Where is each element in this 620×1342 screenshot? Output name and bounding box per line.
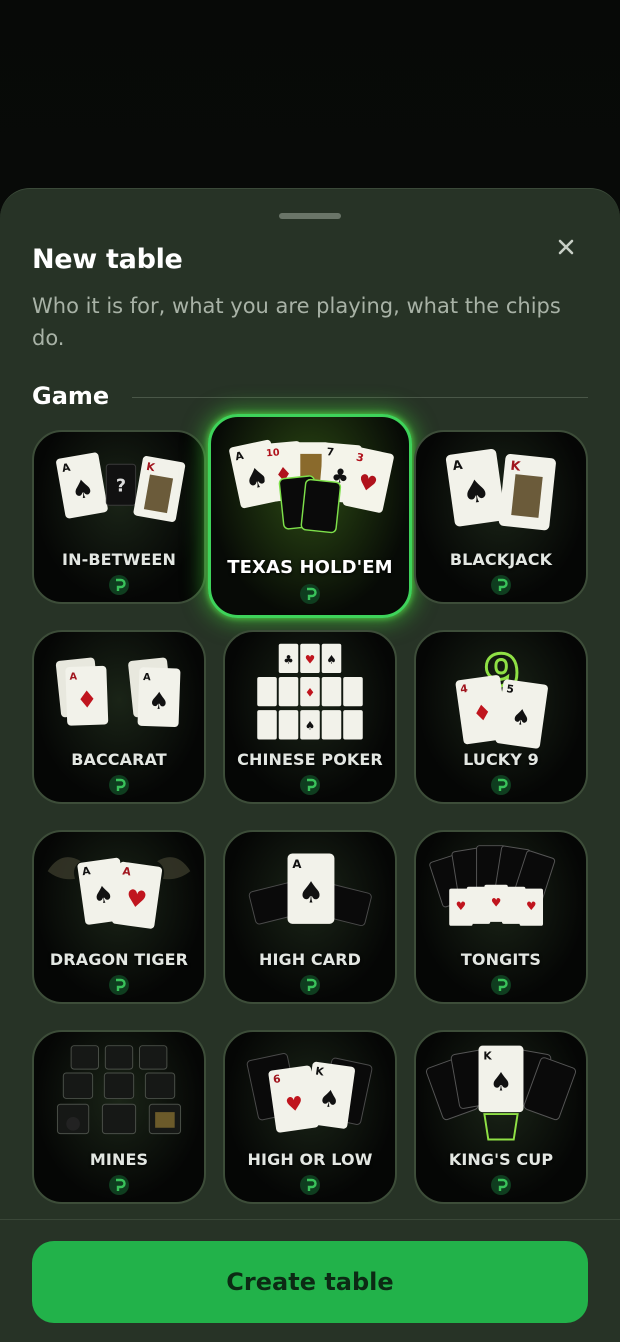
game-label: TEXAS HOLD'EM xyxy=(227,557,393,578)
game-label: HIGH CARD xyxy=(258,950,362,969)
svg-text:?: ? xyxy=(116,477,126,497)
svg-text:7: 7 xyxy=(326,445,335,459)
game-label: HIGH OR LOW xyxy=(247,1150,373,1169)
game-label: CHINESE POKER xyxy=(237,750,383,769)
platform-logo-icon xyxy=(300,1175,320,1195)
platform-logo-icon xyxy=(109,1175,129,1195)
svg-text:♦: ♦ xyxy=(471,700,494,727)
game-tile-high-card[interactable]: A ♠ HIGH CARD xyxy=(223,830,397,1004)
game-label: LUCKY 9 xyxy=(463,750,539,769)
svg-text:♥: ♥ xyxy=(124,884,149,915)
section-divider xyxy=(132,397,588,398)
svg-text:A: A xyxy=(292,857,302,871)
footer-divider xyxy=(0,1219,620,1220)
platform-logo-icon xyxy=(300,775,320,795)
svg-text:♠: ♠ xyxy=(460,473,493,513)
platform-logo-icon xyxy=(300,584,320,604)
platform-logo-icon xyxy=(491,975,511,995)
platform-logo-icon xyxy=(109,975,129,995)
game-label: IN-BETWEEN xyxy=(62,550,176,569)
game-tile-in-between[interactable]: A ♠ ? K IN-BETWEEN xyxy=(32,430,206,604)
new-table-sheet: New table Who it is for, what you are pl… xyxy=(0,188,620,1342)
drag-handle[interactable] xyxy=(279,213,341,219)
svg-text:♠: ♠ xyxy=(510,704,533,731)
svg-text:K: K xyxy=(483,1049,492,1062)
svg-text:♠: ♠ xyxy=(317,1084,342,1115)
svg-text:♦: ♦ xyxy=(305,685,316,699)
svg-text:♥: ♥ xyxy=(491,895,502,909)
game-label: TONGITS xyxy=(460,950,542,969)
game-tile-lucky-9[interactable]: 9 4 ♦ 5 ♠ LUCKY 9 xyxy=(414,630,588,804)
game-tile-chinese-poker[interactable]: ♣ ♥ ♠ ♦ ♠ CHINESE POKER xyxy=(223,630,397,804)
svg-text:♠: ♠ xyxy=(305,719,316,733)
svg-text:♥: ♥ xyxy=(456,899,467,913)
svg-text:♠: ♠ xyxy=(148,687,170,716)
svg-text:♠: ♠ xyxy=(326,652,337,666)
platform-logo-icon xyxy=(491,575,511,595)
platform-logo-icon xyxy=(109,575,129,595)
game-tile-baccarat[interactable]: A ♦ A ♠ BACCARAT xyxy=(32,630,206,804)
svg-text:10: 10 xyxy=(266,447,281,459)
section-label-game: Game xyxy=(32,382,110,410)
sheet-subtitle: Who it is for, what you are playing, wha… xyxy=(32,294,561,350)
svg-text:♥: ♥ xyxy=(284,1092,305,1117)
create-table-button[interactable]: Create table xyxy=(32,1241,588,1323)
game-tile-dragon-tiger[interactable]: A ♠ A ♥ DRAGON TIGER xyxy=(32,830,206,1004)
game-tile-high-or-low[interactable]: 6 ♥ K ♠ HIGH OR LOW xyxy=(223,1030,397,1204)
svg-text:♦: ♦ xyxy=(76,685,98,714)
sheet-title: New table xyxy=(32,244,183,275)
platform-logo-icon xyxy=(491,775,511,795)
svg-text:A: A xyxy=(69,671,77,682)
svg-text:♥: ♥ xyxy=(305,652,316,666)
game-tile-tongits[interactable]: ♥ ♥ ♥ TONGITS xyxy=(414,830,588,1004)
close-button[interactable] xyxy=(548,229,584,265)
game-tile-texas-holdem[interactable]: A ♠ 10 ♦ 7 ♣ 3 ♥ TEXAS HOLD'EM xyxy=(208,414,412,618)
game-label: BACCARAT xyxy=(71,750,167,769)
svg-text:♠: ♠ xyxy=(490,1067,513,1097)
svg-text:♣: ♣ xyxy=(283,652,294,666)
game-tile-kings-cup[interactable]: K ♠ KING'S CUP xyxy=(414,1030,588,1204)
game-label: BLACKJACK xyxy=(449,550,553,569)
platform-logo-icon xyxy=(491,1175,511,1195)
create-table-label: Create table xyxy=(226,1268,394,1296)
svg-text:♠: ♠ xyxy=(91,880,116,911)
svg-text:♥: ♥ xyxy=(526,899,537,913)
close-icon xyxy=(558,239,574,255)
game-tile-blackjack[interactable]: A ♠ K BLACKJACK xyxy=(414,430,588,604)
svg-text:♠: ♠ xyxy=(298,875,324,909)
platform-logo-icon xyxy=(109,775,129,795)
svg-text:A: A xyxy=(143,672,151,683)
game-tile-mines[interactable]: MINES xyxy=(32,1030,206,1204)
game-label: DRAGON TIGER xyxy=(49,950,189,969)
game-label: KING'S CUP xyxy=(448,1150,554,1169)
game-label: MINES xyxy=(89,1150,149,1169)
platform-logo-icon xyxy=(300,975,320,995)
